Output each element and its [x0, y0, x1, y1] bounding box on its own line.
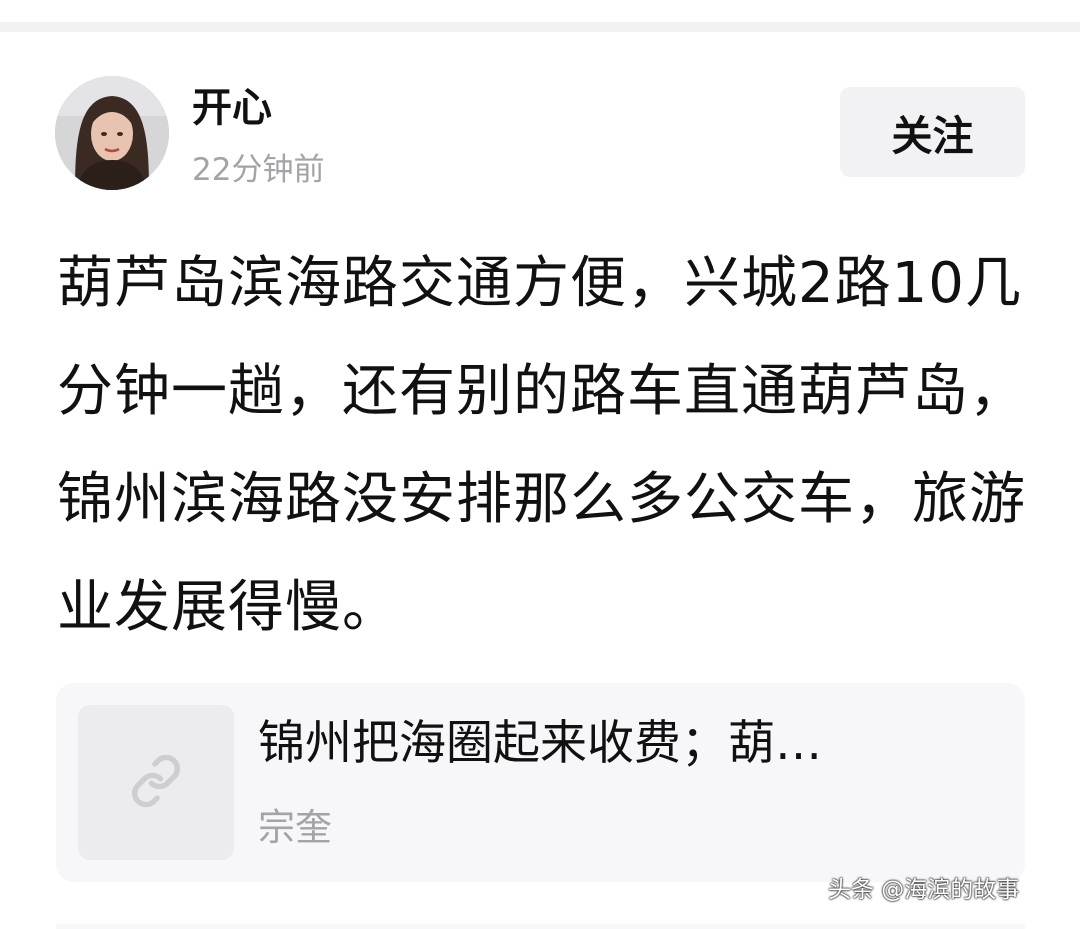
link-thumbnail — [78, 705, 234, 860]
section-divider — [0, 22, 1080, 32]
post-time: 22分钟前 — [192, 152, 325, 188]
watermark: 头条 @海滨的故事 — [828, 877, 1020, 903]
post-text: 葫芦岛滨海路交通方便，兴城2路10几分钟一趟，还有别的路车直通葫芦岛，锦州滨海路… — [57, 251, 1026, 640]
link-title: 锦州把海圈起来收费；葫… — [258, 716, 822, 771]
link-icon — [129, 754, 183, 812]
top-strip — [0, 0, 1080, 22]
link-card[interactable]: 锦州把海圈起来收费；葫… 宗奎 — [56, 683, 1025, 882]
avatar[interactable] — [55, 76, 169, 190]
bottom-divider — [56, 924, 1025, 929]
author-name[interactable]: 开心 — [192, 82, 272, 134]
follow-button[interactable]: 关注 — [840, 87, 1025, 177]
link-source: 宗奎 — [258, 806, 332, 849]
